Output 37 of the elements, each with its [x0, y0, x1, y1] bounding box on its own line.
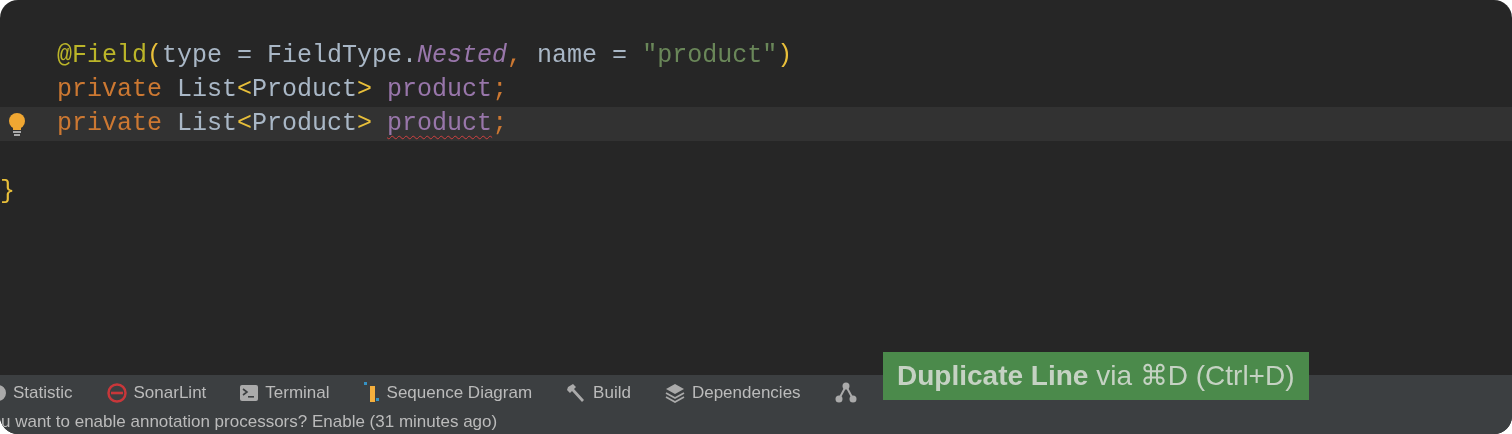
- brace-text: }: [0, 176, 15, 208]
- hammer-icon[interactable]: [566, 382, 587, 403]
- layers-icon[interactable]: [664, 382, 685, 403]
- code-text: List: [177, 74, 238, 106]
- tool-window-tab[interactable]: SonarLint: [133, 379, 207, 406]
- keyword-text: private: [57, 74, 164, 106]
- constant-text: Nested: [417, 40, 508, 72]
- tool-window-tab[interactable]: Sequence Diagram: [386, 379, 533, 406]
- status-message: u want to enable annotation processors? Enable (31 minutes ago): [1, 412, 498, 431]
- code-text: Product: [252, 108, 358, 140]
- lightbulb-icon[interactable]: [7, 112, 27, 136]
- keyword-text: ;: [492, 108, 508, 140]
- tool-window-tab[interactable]: Terminal: [265, 379, 330, 406]
- code-text: List: [177, 108, 238, 140]
- tool-window-tab[interactable]: Statistic: [13, 379, 73, 406]
- bracket-text: >: [357, 74, 374, 106]
- graph-icon[interactable]: [834, 381, 857, 404]
- bracket-text: <: [237, 74, 253, 106]
- terminal-icon[interactable]: [240, 384, 259, 401]
- field-text: product: [387, 74, 493, 106]
- keyword-text: ;: [492, 74, 508, 106]
- bracket-text: >: [357, 108, 374, 140]
- bracket-text: (: [147, 40, 163, 72]
- warning-underlined-text: product: [387, 108, 493, 140]
- code-text: type = FieldType.: [162, 40, 418, 72]
- annotation-text: @Field: [57, 40, 147, 72]
- sequence-diagram-icon[interactable]: [363, 381, 380, 404]
- bracket-text: <: [237, 108, 253, 140]
- keyword-text: ,: [507, 40, 524, 72]
- tooltip: Duplicate Line via ⌘D (Ctrl+D): [883, 352, 1309, 400]
- tool-window-tab[interactable]: Dependencies: [691, 379, 801, 406]
- keyword-text: private: [57, 108, 164, 140]
- string-text: "product": [642, 40, 778, 72]
- tool-window-tab[interactable]: Build: [593, 379, 631, 406]
- code-text: Product: [252, 74, 358, 106]
- code-text: name =: [537, 40, 629, 72]
- bracket-text: ): [777, 40, 793, 72]
